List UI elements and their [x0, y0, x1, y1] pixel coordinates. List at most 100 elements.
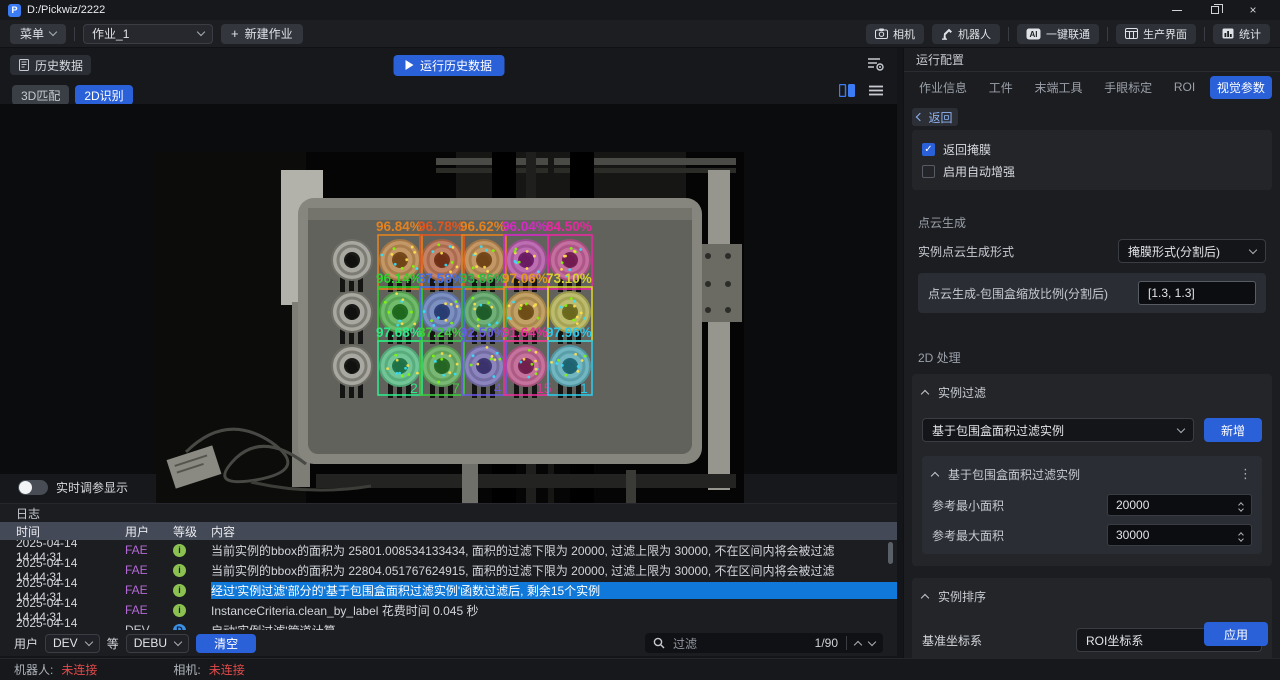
instance-filter-header[interactable]: 实例过滤 — [922, 382, 1262, 402]
divider — [1107, 27, 1108, 41]
detection-score-label: 73.10% — [546, 271, 592, 286]
tab-vision-params[interactable]: 视觉参数 — [1210, 76, 1272, 99]
detection-score-label: 96.84% — [376, 219, 422, 234]
log-row[interactable]: 2025-04-14 14:44:31FAEiInstanceCriteria.… — [0, 600, 897, 620]
log-level-badge: i — [173, 564, 186, 577]
camera-label: 相机 — [893, 26, 915, 42]
detection-instance-number: 15 — [536, 380, 552, 396]
log-scrollbar[interactable] — [888, 542, 893, 628]
auto-enhance-row[interactable]: 启用自动增强 — [922, 160, 1262, 182]
user-filter-select[interactable]: DEV — [45, 634, 100, 653]
detection-instance-number: 4 — [494, 380, 502, 396]
tab-workpiece[interactable]: 工件 — [982, 76, 1020, 99]
detection-score-label: 84.50% — [546, 219, 592, 234]
back-button[interactable]: 返回 — [912, 108, 958, 126]
bbox-area-filter-card: 基于包围盒面积过滤实例 ⋮ 参考最小面积 20000 参考最大面积 30000 — [922, 456, 1262, 554]
instance-sort-header[interactable]: 实例排序 — [922, 586, 1262, 606]
clear-log-button[interactable]: 清空 — [196, 634, 256, 653]
next-match-button[interactable] — [868, 638, 876, 646]
log-search-box[interactable]: 过滤 1/90 — [645, 633, 883, 653]
return-mask-row[interactable]: ✓ 返回掩膜 — [922, 138, 1262, 160]
robot-button[interactable]: 机器人 — [932, 24, 1000, 44]
restore-button[interactable] — [1196, 0, 1234, 20]
hamburger-menu-icon[interactable] — [869, 85, 883, 96]
minimize-button[interactable] — [1158, 0, 1196, 20]
new-job-button[interactable]: + 新建作业 — [221, 24, 303, 44]
camera-button[interactable]: 相机 — [866, 24, 924, 44]
divider — [846, 636, 847, 650]
log-level-badge: i — [173, 604, 186, 617]
add-filter-button[interactable]: 新增 — [1204, 418, 1262, 442]
production-label: 生产界面 — [1143, 26, 1187, 42]
detection-instance-number: 2 — [410, 380, 418, 396]
divider — [74, 27, 75, 41]
list-settings-icon[interactable] — [867, 57, 885, 72]
chevron-left-icon — [916, 113, 924, 121]
bar-chart-icon — [1222, 28, 1234, 39]
log-content: 经过'实例过滤'部分的'基于包围盒面积过滤实例'函数过滤后, 剩余15个实例 — [211, 582, 897, 599]
tab-job-info[interactable]: 作业信息 — [912, 76, 974, 99]
prev-match-button[interactable] — [854, 640, 862, 648]
log-scrollbar-thumb[interactable] — [888, 542, 893, 564]
search-match-count: 1/90 — [815, 636, 838, 650]
log-rows[interactable]: 2025-04-14 14:44:31FAEi当前实例的bbox的面积为 258… — [0, 540, 897, 631]
apply-button[interactable]: 应用 — [1204, 622, 1268, 646]
apply-label: 应用 — [1224, 626, 1248, 643]
level-filter-select[interactable]: DEBU — [126, 634, 189, 653]
auto-enhance-label: 启用自动增强 — [943, 163, 1015, 180]
toggle-knob — [19, 481, 32, 494]
min-area-input[interactable]: 20000 — [1107, 494, 1252, 516]
image-viewer[interactable]: 96.84%96.78%96.62%96.04%84.50%96.14%87.5… — [0, 104, 897, 474]
live-tuning-toggle[interactable] — [18, 480, 48, 495]
log-row[interactable]: 2025-04-14 14:44:31FAEi经过'实例过滤'部分的'基于包围盒… — [0, 580, 897, 600]
close-button[interactable]: × — [1234, 0, 1272, 20]
pc-mode-label: 实例点云生成形式 — [918, 243, 1014, 260]
log-level: i — [173, 544, 211, 557]
chevron-down-icon — [49, 28, 57, 36]
tab-3d-match[interactable]: 3D匹配 — [12, 85, 69, 105]
production-button[interactable]: 生产界面 — [1116, 24, 1196, 44]
history-file-icon — [18, 59, 30, 71]
spinner-arrows[interactable] — [1239, 500, 1243, 511]
job-select[interactable]: 作业_1 — [83, 24, 213, 44]
log-row[interactable]: 2025-04-14 14:44:31FAEi当前实例的bbox的面积为 258… — [0, 540, 897, 560]
log-row[interactable]: 2025-04-14 14:44:31FAEi当前实例的bbox的面积为 228… — [0, 560, 897, 580]
detection-score-label: 97.06% — [502, 271, 548, 286]
spinner-arrows[interactable] — [1239, 530, 1243, 541]
level-filter-value: DEBU — [134, 636, 167, 650]
main-panel: 历史数据 运行历史数据 3D匹配 2D识别 — [0, 48, 897, 632]
robot-arm-icon — [941, 28, 953, 40]
compare-view-icon[interactable] — [839, 84, 855, 97]
camera-status-value: 未连接 — [209, 661, 245, 678]
log-user: FAE — [125, 543, 173, 557]
title-bar: P D:/Pickwiz/2222 × — [0, 0, 1280, 20]
run-config-title: 运行配置 — [904, 48, 1280, 72]
menu-button[interactable]: 菜单 — [10, 24, 66, 44]
pc-scale-input[interactable]: [1.3, 1.3] — [1138, 281, 1256, 305]
tab-2d-detect[interactable]: 2D识别 — [75, 85, 132, 105]
window-title: D:/Pickwiz/2222 — [27, 4, 105, 16]
filter-fn-select[interactable]: 基于包围盒面积过滤实例 — [922, 418, 1194, 442]
tab-end-tool[interactable]: 末端工具 — [1027, 76, 1089, 99]
ai-link-button[interactable]: AI 一键联通 — [1017, 24, 1099, 44]
history-data-button[interactable]: 历史数据 — [10, 55, 91, 75]
collapse-icon — [921, 389, 929, 397]
log-panel: 日志 时间 用户 等级 内容 2025-04-14 14:44:31FAEi当前… — [0, 503, 897, 630]
tab-roi[interactable]: ROI — [1167, 77, 1202, 97]
log-col-content: 内容 — [211, 523, 897, 540]
auto-enhance-checkbox[interactable] — [922, 165, 935, 178]
ai-icon: AI — [1026, 28, 1041, 40]
kebab-menu-icon[interactable]: ⋮ — [1239, 466, 1252, 482]
return-mask-checkbox[interactable]: ✓ — [922, 143, 935, 156]
user-filter-value: DEV — [53, 636, 78, 650]
tab-hand-eye-calib[interactable]: 手眼标定 — [1097, 76, 1159, 99]
viewer-toolbar — [839, 84, 883, 97]
stats-label: 统计 — [1239, 26, 1261, 42]
chevron-down-icon — [1177, 424, 1185, 432]
run-history-button[interactable]: 运行历史数据 — [393, 55, 504, 76]
bbox-area-filter-header[interactable]: 基于包围盒面积过滤实例 ⋮ — [932, 464, 1252, 484]
pc-mode-select[interactable]: 掩膜形式(分割后) — [1118, 239, 1266, 263]
divider — [1204, 27, 1205, 41]
max-area-input[interactable]: 30000 — [1107, 524, 1252, 546]
stats-button[interactable]: 统计 — [1213, 24, 1270, 44]
